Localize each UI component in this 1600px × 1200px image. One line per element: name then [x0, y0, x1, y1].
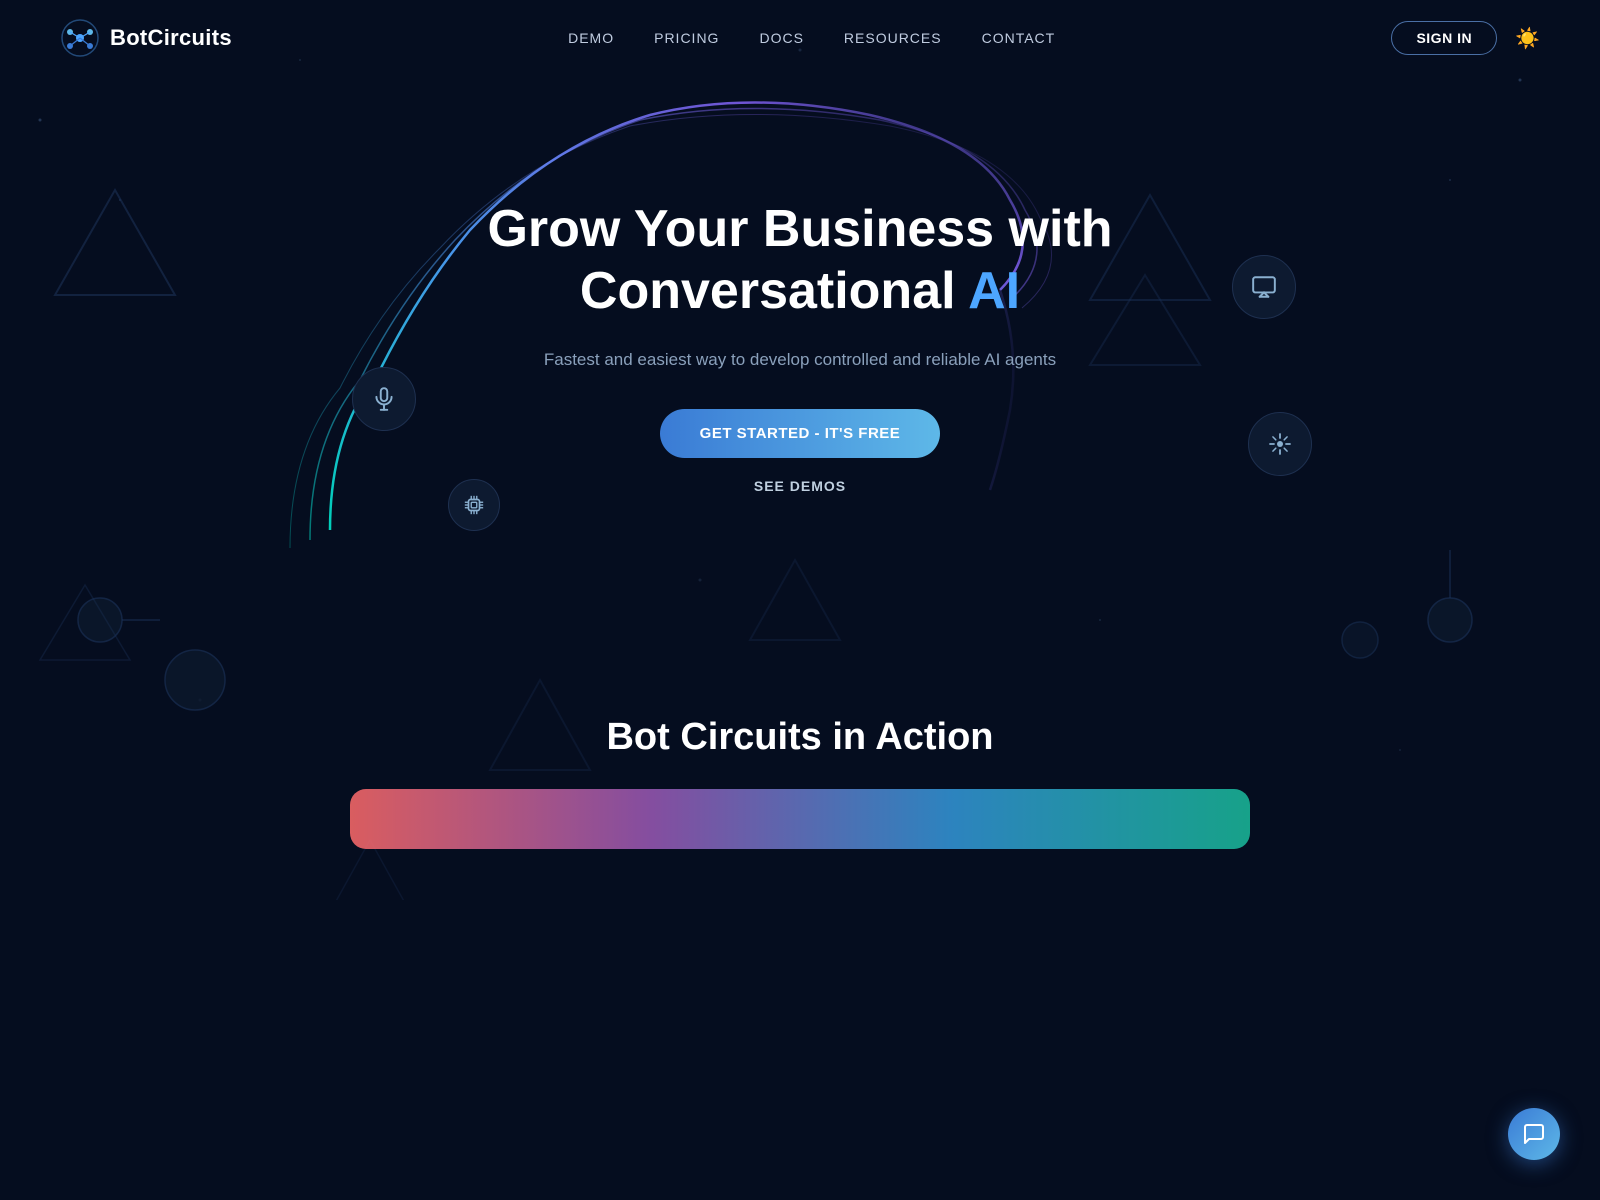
theme-toggle-icon[interactable]: ☀️	[1515, 26, 1540, 51]
hero-title-highlight: AI	[968, 262, 1020, 320]
nav-resources[interactable]: RESOURCES	[844, 30, 942, 46]
nav-contact[interactable]: CONTACT	[982, 30, 1056, 46]
hero-title-line1: Grow Your Business with	[487, 200, 1112, 258]
nav-links: DEMO PRICING DOCS RESOURCES CONTACT	[568, 30, 1055, 46]
brand-name: BotCircuits	[110, 25, 232, 51]
chip-icon	[463, 494, 485, 516]
nav-right: SIGN IN ☀️	[1391, 21, 1540, 55]
logo-icon	[60, 18, 100, 58]
chat-bubble-button[interactable]	[1508, 1108, 1560, 1160]
monitor-float-circle	[1232, 255, 1296, 319]
mic-float-circle	[352, 367, 416, 431]
hero-title: Grow Your Business with Conversational A…	[487, 198, 1112, 323]
sparkle-icon	[1268, 432, 1292, 456]
bottom-title: Bot Circuits in Action	[20, 716, 1580, 759]
get-started-button[interactable]: GET STARTED - IT'S FREE	[660, 409, 941, 458]
cursor-float-circle	[1248, 412, 1312, 476]
chat-icon	[1522, 1122, 1546, 1146]
navbar: BotCircuits DEMO PRICING DOCS RESOURCES …	[0, 0, 1600, 76]
hero-subtitle: Fastest and easiest way to develop contr…	[540, 346, 1060, 373]
monitor-icon	[1251, 274, 1277, 300]
hero-content: Grow Your Business with Conversational A…	[487, 198, 1112, 495]
nav-demo[interactable]: DEMO	[568, 30, 614, 46]
demo-card-preview	[350, 789, 1250, 849]
hero-title-line2: Conversational	[580, 262, 968, 320]
mic-icon	[371, 386, 397, 412]
sign-in-button[interactable]: SIGN IN	[1391, 21, 1497, 55]
see-demos-link[interactable]: SEE DEMOS	[487, 478, 1112, 494]
nav-pricing[interactable]: PRICING	[654, 30, 719, 46]
logo-area[interactable]: BotCircuits	[60, 18, 232, 58]
nav-docs[interactable]: DOCS	[759, 30, 803, 46]
hero-section: Grow Your Business with Conversational A…	[0, 76, 1600, 636]
bottom-section: Bot Circuits in Action	[0, 636, 1600, 889]
